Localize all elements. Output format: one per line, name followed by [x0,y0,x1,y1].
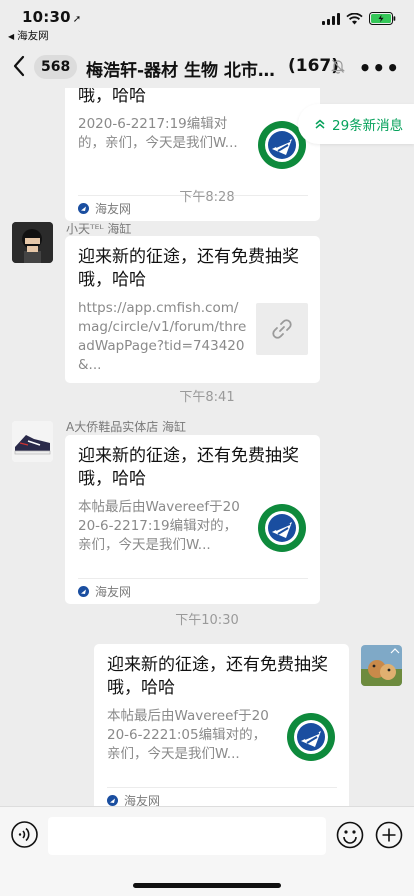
double-chevron-up-icon [315,119,325,129]
card-title: 迎来新的征途，还有免费抽奖哦，哈哈 [78,88,146,106]
chat-header: 568 梅浩轩-器材 生物 北市… (167) ••• [0,44,414,88]
home-indicator [133,883,281,888]
back-to-app-link[interactable]: ◀ 海友网 [8,28,49,43]
new-messages-label: 29条新消息 [332,118,404,134]
status-bar: 10:30 ➚ ◀ 海友网 [0,0,414,44]
system-icons [322,12,396,25]
source-name: 海友网 [124,794,161,806]
status-time: 10:30 ➚ [22,8,81,26]
avatar[interactable] [12,421,53,462]
source-name: 海友网 [95,585,132,599]
source-logo-icon [78,586,89,597]
sender-name: 小天ᵀᴱᴸ 海缸 [66,222,132,236]
sender-name: A大侨鞋品实体店 海缸 [66,420,187,434]
voice-button[interactable] [11,821,38,852]
card-source: 海友网 [78,578,308,604]
message-timestamp: 下午8:28 [179,190,235,205]
card-body: https://app.cmfish.com/mag/circle/v1/for… [78,299,308,373]
back-button[interactable] [12,54,32,78]
back-app-label: 海友网 [17,30,49,42]
card-description: 2020-6-2217:19编辑对的，亲们，今天是我们W... [78,116,238,151]
card-body: 本帖最后由Wavereef于2020-6-2217:19编辑对的，亲们，今天是我… [78,498,308,572]
card-description: 本帖最后由Wavereef于2020-6-2221:05编辑对的，亲们，今天是我… [107,708,269,762]
message-timestamp: 下午8:41 [179,390,235,405]
card-description: https://app.cmfish.com/mag/circle/v1/for… [78,300,247,373]
source-logo-icon [107,795,118,806]
more-icon: ••• [358,56,400,80]
more-button[interactable]: ••• [359,56,400,80]
avatar-image [361,645,402,686]
message-input-bar [0,806,414,896]
emoji-button[interactable] [336,821,364,853]
wifi-icon [346,12,363,25]
bell-off-icon [331,58,345,78]
avatar-image [12,222,53,263]
link-thumbnail [256,303,308,355]
plus-icon [375,821,403,849]
location-icon: ➚ [72,14,82,25]
message-text-input[interactable] [48,817,326,855]
time-text: 10:30 [22,8,71,26]
message-timestamp: 下午10:30 [175,613,239,628]
card-body: 2020-6-2217:19编辑对的，亲们，今天是我们W... [78,115,308,189]
card-title: 迎来新的征途，还有免费抽奖哦，哈哈 [78,247,299,290]
avatar[interactable] [12,222,53,263]
link-card-message[interactable]: 迎来新的征途，还有免费抽奖哦，哈哈 https://app.cmfish.com… [65,236,320,383]
card-body: 本帖最后由Wavereef于2020-6-2221:05编辑对的，亲们，今天是我… [107,707,337,781]
avatar-image [12,421,53,462]
emoji-icon [336,821,364,849]
chevron-left-icon [13,55,25,77]
haiyou-logo-thumbnail [258,504,306,552]
back-triangle-icon: ◀ [8,32,15,41]
more-actions-button[interactable] [375,821,403,853]
card-title: 迎来新的征途，还有免费抽奖哦，哈哈 [78,446,299,489]
card-source: 海友网 [107,787,337,806]
my-avatar[interactable] [361,645,402,686]
card-title: 迎来新的征途，还有免费抽奖哦，哈哈 [107,655,328,698]
card-description: 本帖最后由Wavereef于2020-6-2217:19编辑对的，亲们，今天是我… [78,499,240,553]
new-messages-button[interactable]: 29条新消息 [298,104,414,144]
link-card-message[interactable]: 迎来新的征途，还有免费抽奖哦，哈哈 本帖最后由Wavereef于2020-6-2… [94,644,349,806]
voice-icon [11,821,38,848]
link-card-message[interactable]: 迎来新的征途，还有免费抽奖哦，哈哈 本帖最后由Wavereef于2020-6-2… [65,435,320,604]
chat-message-list[interactable]: 迎来新的征途，还有免费抽奖哦，哈哈 2020-6-2217:19编辑对的，亲们，… [0,88,414,806]
signal-icon [322,12,340,25]
unread-count-badge[interactable]: 568 [34,55,78,79]
link-icon [272,319,292,339]
battery-icon [369,12,396,25]
group-name: 梅浩轩-器材 生物 北市… [86,61,275,81]
haiyou-logo-thumbnail [287,713,335,761]
